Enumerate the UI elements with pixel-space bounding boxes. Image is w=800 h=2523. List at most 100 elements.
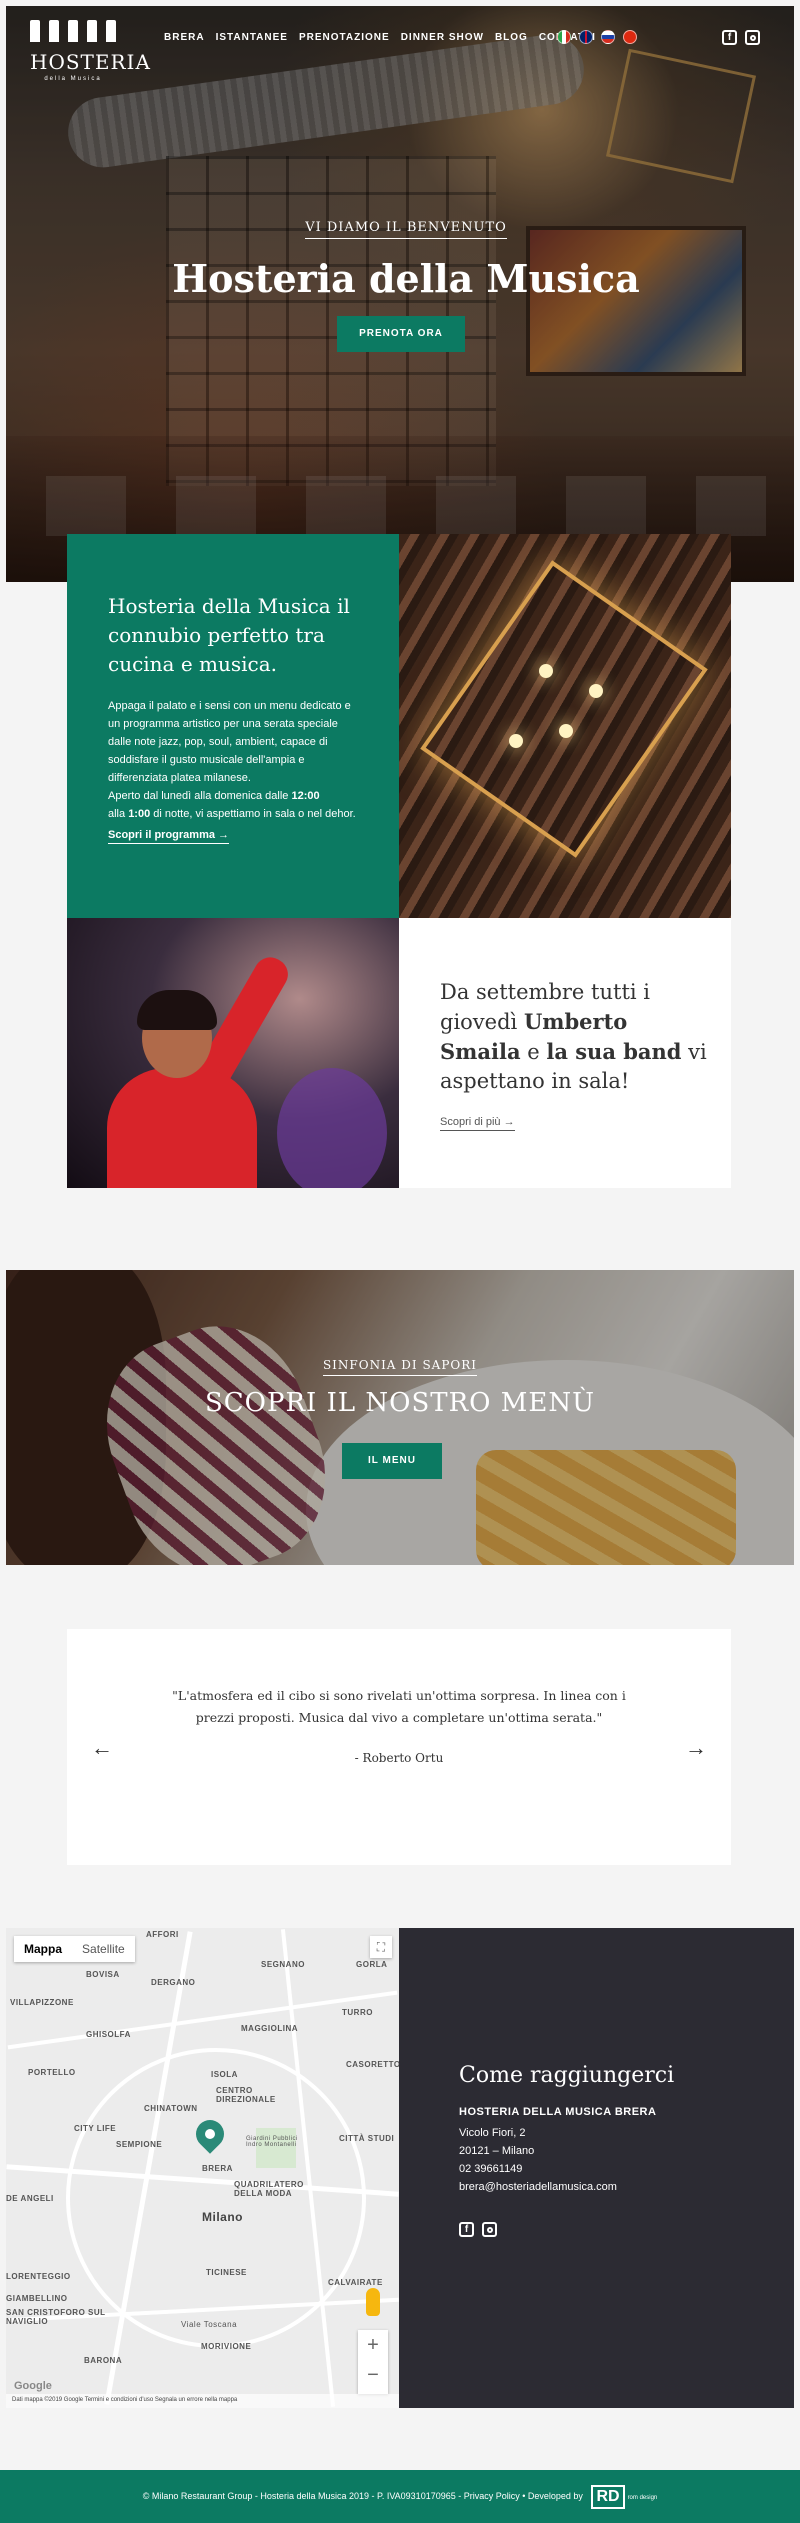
nav-brera[interactable]: BRERA xyxy=(164,32,205,43)
map-label: LORENTEGGIO xyxy=(6,2272,71,2281)
zoom-control: + − xyxy=(358,2330,388,2394)
nav-prenotazione[interactable]: PRENOTAZIONE xyxy=(299,32,390,43)
map-label: SEGNANO xyxy=(261,1960,305,1969)
map-label: CASORETTO xyxy=(346,2060,399,2069)
street-view-icon[interactable] xyxy=(366,2288,380,2316)
italian-flag-icon[interactable] xyxy=(557,30,571,44)
logo-word: HOSTERIA xyxy=(30,50,151,74)
zoom-in-button[interactable]: + xyxy=(358,2330,388,2360)
google-map[interactable]: AFFORI SEGNANO GORLA BOVISA DERGANO VILL… xyxy=(6,1928,399,2408)
map-label: GHISOLFA xyxy=(86,2030,131,2039)
site-logo[interactable]: HOSTERIA della Musica xyxy=(30,20,151,92)
map-label: Giardini Pubblici Indro Montanelli xyxy=(246,2136,298,2148)
instagram-icon[interactable] xyxy=(482,2222,497,2237)
singer-shirt xyxy=(107,1068,257,1188)
hours-close: 1:00 xyxy=(128,808,151,820)
intro-title: Hosteria della Musica il connubio perfet… xyxy=(108,594,350,676)
contact-name: HOSTERIA DELLA MUSICA BRERA xyxy=(459,2106,657,2118)
instagram-icon[interactable] xyxy=(745,30,760,45)
lamp-bulb xyxy=(559,724,573,738)
lamp-bulb xyxy=(539,664,553,678)
map-label: CALVAIRATE xyxy=(328,2278,383,2287)
header-social: f xyxy=(722,30,760,45)
menu-title: SCOPRI IL NOSTRO MENÙ xyxy=(204,1388,596,1418)
map-label: BRERA xyxy=(202,2164,233,2173)
site-footer: © Milano Restaurant Group - Hosteria del… xyxy=(0,2470,800,2523)
footer-text: © Milano Restaurant Group - Hosteria del… xyxy=(142,2491,583,2501)
logo-sub: della Musica xyxy=(44,76,102,82)
developer-logo-sub: rom design xyxy=(627,2495,658,2501)
read-more-link[interactable]: Scopri di più → xyxy=(440,1116,515,1131)
hero-section: HOSTERIA della Musica BRERA ISTANTANEE P… xyxy=(6,6,794,582)
map-label: CITY LIFE xyxy=(74,2124,117,2133)
news-text: Da settembre tutti i giovedì Umberto Sma… xyxy=(440,978,711,1096)
map-tab-mappa[interactable]: Mappa xyxy=(14,1936,72,1962)
hours-open: 12:00 xyxy=(291,790,320,802)
map-attribution: Dati mappa ©2019 Google Termini e condiz… xyxy=(6,2394,399,2408)
map-label: TURRO xyxy=(342,2008,373,2017)
map-label: SAN CRISTOFORO SUL NAVIGLIO xyxy=(6,2308,106,2326)
testimonial-card: ← "L'atmosfera ed il cibo si sono rivela… xyxy=(67,1629,731,1865)
contact-title: Come raggiungerci xyxy=(459,2063,675,2088)
map-tab-satellite[interactable]: Satellite xyxy=(72,1936,135,1962)
menu-kicker-text: SINFONIA DI SAPORI xyxy=(322,1358,478,1376)
contact-email[interactable]: brera@hosteriadellamusica.com xyxy=(459,2178,754,2196)
news-card: Da settembre tutti i giovedì Umberto Sma… xyxy=(399,918,731,1188)
nav-blog[interactable]: BLOG xyxy=(495,32,528,43)
lamp-photo xyxy=(399,534,731,918)
contact-phone[interactable]: 02 39661149 xyxy=(459,2160,754,2178)
contact-street: Vicolo Fiori, 2 xyxy=(459,2127,526,2139)
zoom-out-button[interactable]: − xyxy=(358,2360,388,2390)
uk-flag-icon[interactable] xyxy=(579,30,593,44)
contact-social: f xyxy=(459,2222,754,2237)
arrow-right-icon[interactable]: → xyxy=(685,1735,707,1761)
intro-card: Hosteria della Musica il connubio perfet… xyxy=(67,534,399,918)
lamp-cage xyxy=(420,560,708,858)
hero-title: Hosteria della Musica xyxy=(172,256,640,301)
intro-hours: Aperto dal lunedì alla domenica dalle 12… xyxy=(108,787,359,823)
fullscreen-icon[interactable]: ⛶ xyxy=(370,1936,392,1958)
news-mid: e xyxy=(520,1040,547,1064)
lamp-bulb xyxy=(509,734,523,748)
facebook-icon[interactable]: f xyxy=(722,30,737,45)
menu-banner: SINFONIA DI SAPORI SCOPRI IL NOSTRO MENÙ… xyxy=(6,1270,794,1565)
menu-button[interactable]: IL MENU xyxy=(342,1443,442,1479)
hours-post: di notte, vi aspettiamo in sala o nel de… xyxy=(150,808,356,820)
book-now-button[interactable]: PRENOTA ORA xyxy=(337,316,465,352)
map-label: TICINESE xyxy=(206,2268,247,2277)
nav-dinner-show[interactable]: DINNER SHOW xyxy=(401,32,484,43)
russian-flag-icon[interactable] xyxy=(601,30,615,44)
developer-logo[interactable]: RD xyxy=(591,2484,625,2509)
map-label: AFFORI xyxy=(146,1930,179,1939)
map-label: CHINATOWN xyxy=(144,2104,198,2113)
google-logo: Google xyxy=(14,2380,52,2392)
map-label: PORTELLO xyxy=(28,2068,76,2077)
intro-body: Appaga il palato e i sensi con un menu d… xyxy=(108,700,351,784)
contact-panel: Come raggiungerci HOSTERIA DELLA MUSICA … xyxy=(399,1928,794,2408)
map-label: CITTÀ STUDI xyxy=(339,2134,395,2143)
map-label: Viale Toscana xyxy=(181,2320,238,2329)
singer-hair xyxy=(137,990,217,1030)
menu-kicker: SINFONIA DI SAPORI xyxy=(6,1358,794,1376)
testimonial-author: - Roberto Ortu xyxy=(354,1751,444,1765)
singer-photo xyxy=(67,918,399,1188)
language-switcher xyxy=(557,30,637,44)
map-label: MORIVIONE xyxy=(201,2342,252,2351)
hero-kicker-text: VI DIAMO IL BENVENUTO xyxy=(305,220,507,239)
chinese-flag-icon[interactable] xyxy=(623,30,637,44)
map-label: BOVISA xyxy=(86,1970,120,1979)
map-city-label: Milano xyxy=(202,2210,243,2224)
map-label: GORLA xyxy=(356,1960,388,1969)
hero-kicker: VI DIAMO IL BENVENUTO xyxy=(6,220,794,239)
facebook-icon[interactable]: f xyxy=(459,2222,474,2237)
hours-mid: alla xyxy=(108,808,129,820)
contact-city: 20121 – Milano xyxy=(459,2145,535,2157)
nav-istantanee[interactable]: ISTANTANEE xyxy=(216,32,288,43)
testimonial-quote: "L'atmosfera ed il cibo si sono rivelati… xyxy=(172,1688,626,1725)
map-type-tabs: Mappa Satellite xyxy=(14,1936,135,1962)
map-label: MAGGIOLINA xyxy=(241,2024,298,2033)
news-band: la sua band xyxy=(546,1039,682,1064)
facebook-glyph: f xyxy=(727,32,732,43)
map-label: SEMPIONE xyxy=(116,2140,163,2149)
program-link[interactable]: Scopri il programma → xyxy=(108,829,230,844)
